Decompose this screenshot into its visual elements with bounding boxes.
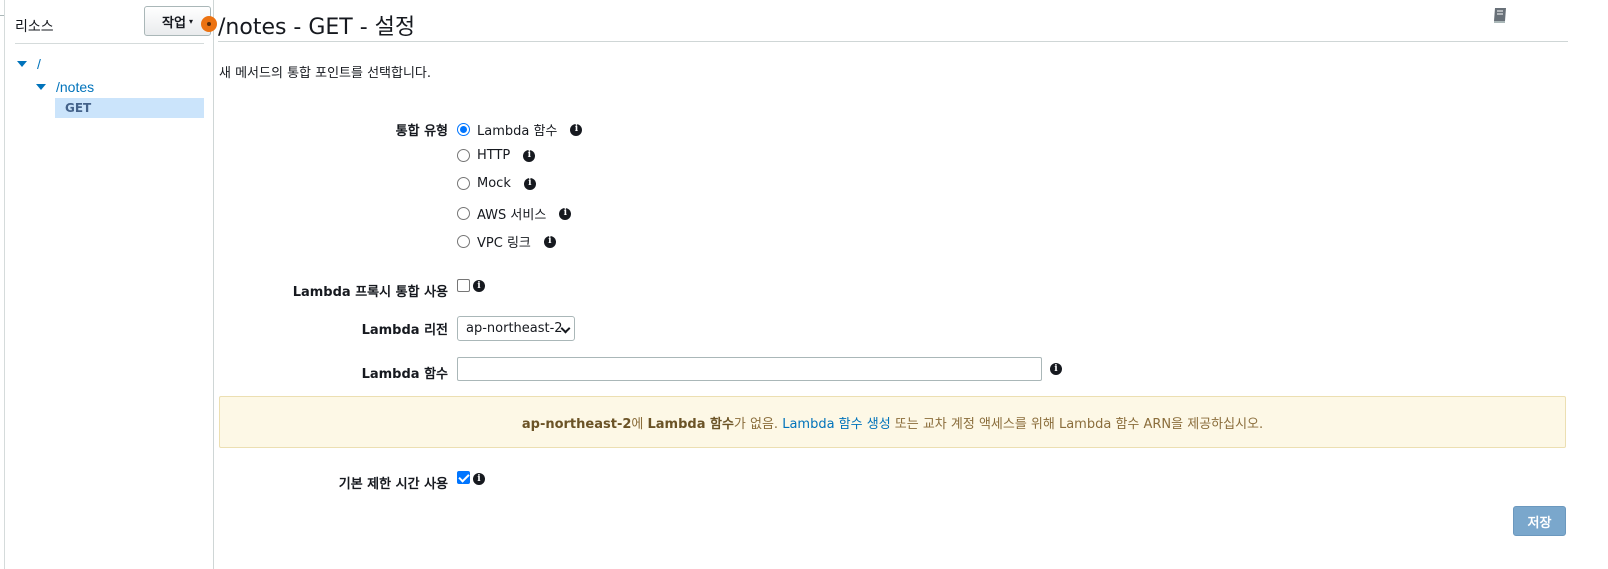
radio-label[interactable]: Mock [477, 176, 511, 191]
create-lambda-function-link[interactable]: Lambda 함수 생성 [782, 417, 890, 432]
book-icon[interactable] [1491, 6, 1509, 24]
radio-button[interactable] [457, 235, 470, 248]
expand-caret-icon[interactable] [36, 84, 46, 90]
radio-button[interactable] [457, 149, 470, 162]
radio-button[interactable] [457, 177, 470, 190]
actions-button-label: 작업 [162, 15, 186, 31]
radio-option-mock[interactable]: Mock i [457, 176, 536, 191]
alert-text: 또는 교차 계정 액세스를 위해 Lambda 함수 ARN을 제공하십시오. [890, 416, 1264, 432]
radio-option-lambda[interactable]: Lambda 함수 i [457, 120, 583, 139]
page-subtitle: 새 메서드의 통합 포인트를 선택합니다. [219, 66, 432, 81]
selected-region[interactable]: ap-northeast-2 [466, 321, 563, 336]
tree-item-root[interactable]: / [17, 56, 41, 72]
alert-text: 에 [631, 416, 648, 432]
collapse-handle-icon[interactable] [201, 16, 217, 32]
integration-type-label: 통합 유형 [395, 124, 448, 139]
resources-sidebar: 리소스 작업 ▾ / /notes GET [5, 0, 214, 569]
method-setup-panel: /notes - GET - 설정 새 메서드의 통합 포인트를 선택합니다. … [214, 0, 1608, 569]
info-icon[interactable]: i [523, 177, 536, 190]
no-function-alert: ap-northeast-2에 Lambda 함수가 없음. Lambda 함수… [219, 396, 1566, 448]
tree-item-label[interactable]: /notes [56, 79, 94, 95]
radio-button[interactable] [457, 207, 470, 220]
default-timeout-checkbox[interactable] [457, 471, 470, 484]
lambda-proxy-checkbox[interactable] [457, 279, 470, 292]
default-timeout-label: 기본 제한 시간 사용 [338, 477, 448, 492]
info-icon[interactable]: i [543, 235, 556, 248]
save-button[interactable]: 저장 [1513, 506, 1566, 536]
lambda-region-label: Lambda 리전 [361, 323, 448, 338]
alert-text: 가 없음. [733, 416, 783, 432]
sidebar-title: 리소스 [15, 18, 54, 34]
radio-option-aws-service[interactable]: AWS 서비스 i [457, 204, 572, 223]
tree-item-label[interactable]: / [37, 56, 41, 72]
tree-item-notes[interactable]: /notes [36, 79, 94, 95]
radio-label[interactable]: AWS 서비스 [477, 204, 546, 223]
caret-down-icon: ▾ [188, 16, 193, 26]
page-title: /notes - GET - 설정 [218, 15, 416, 40]
lambda-region-select[interactable]: ap-northeast-2 [457, 316, 575, 341]
info-icon[interactable]: i [570, 123, 583, 136]
info-icon[interactable]: i [523, 149, 536, 162]
lambda-function-label: Lambda 함수 [361, 367, 448, 382]
radio-option-vpc-link[interactable]: VPC 링크 i [457, 232, 556, 251]
info-icon[interactable]: i [473, 473, 485, 485]
radio-label[interactable]: Lambda 함수 [477, 120, 557, 139]
alert-bold-text: Lambda 함수 [647, 416, 734, 432]
radio-button[interactable] [457, 123, 470, 136]
radio-label[interactable]: VPC 링크 [477, 232, 531, 251]
lambda-proxy-label: Lambda 프록시 통합 사용 [292, 285, 448, 300]
info-icon[interactable]: i [473, 280, 485, 292]
expand-caret-icon[interactable] [17, 61, 27, 67]
info-icon[interactable]: i [1050, 363, 1062, 375]
radio-option-http[interactable]: HTTP i [457, 148, 536, 163]
title-divider [218, 41, 1568, 42]
info-icon[interactable]: i [559, 207, 572, 220]
sidebar-header: 리소스 작업 ▾ [15, 0, 211, 44]
lambda-function-input[interactable] [457, 357, 1042, 381]
tree-item-get[interactable]: GET [55, 98, 204, 118]
alert-region: ap-northeast-2 [521, 416, 632, 432]
radio-label[interactable]: HTTP [477, 148, 510, 163]
handle-dot [207, 22, 211, 26]
